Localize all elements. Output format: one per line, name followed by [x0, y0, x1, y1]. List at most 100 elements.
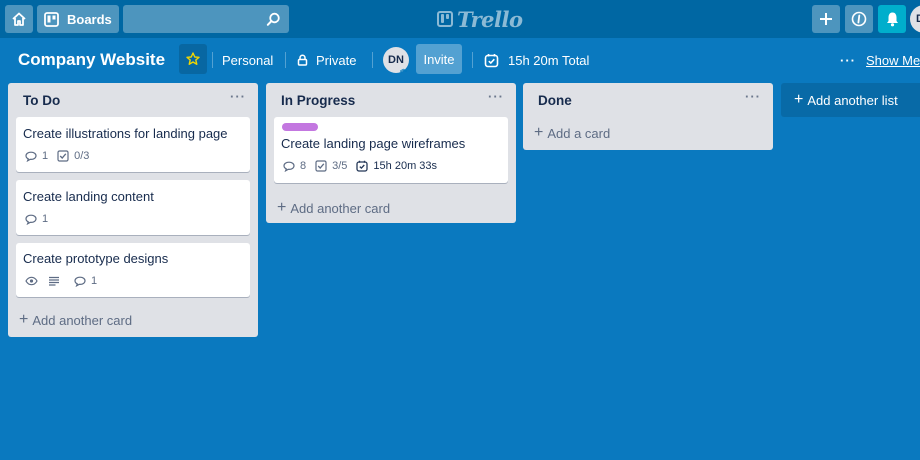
- list-header: To Do ···: [8, 83, 258, 117]
- member-avatar[interactable]: DN ︽: [383, 47, 409, 73]
- lock-icon: [297, 54, 308, 66]
- plus-icon: [820, 13, 832, 25]
- comment-icon: [25, 214, 37, 225]
- home-icon: [12, 12, 26, 26]
- star-icon: [186, 52, 200, 65]
- create-button[interactable]: [812, 5, 840, 33]
- comments-badge: 1: [74, 275, 97, 287]
- comment-icon: [25, 151, 37, 162]
- plus-icon: +: [794, 91, 804, 108]
- star-board-button[interactable]: [179, 44, 207, 74]
- comments-count: 1: [42, 213, 49, 225]
- visibility-label: Private: [316, 52, 357, 68]
- list-header: In Progress ···: [266, 83, 516, 117]
- list-header: Done ···: [523, 83, 773, 117]
- comment-icon: [74, 276, 86, 287]
- add-card-button[interactable]: + Add a card: [534, 125, 610, 141]
- search-icon: [266, 12, 280, 26]
- checklist-icon: [57, 150, 69, 162]
- list-in-progress: In Progress ··· Create landing page wire…: [266, 83, 516, 223]
- timer-badge: 15h 20m 33s: [356, 160, 437, 172]
- show-menu-button[interactable]: ··· Show Menu: [840, 44, 920, 76]
- plus-icon: +: [19, 311, 29, 328]
- search-input[interactable]: [123, 5, 289, 33]
- show-menu-label: Show Menu: [866, 52, 920, 68]
- card-title: Create landing page wireframes: [281, 136, 466, 151]
- header-divider: [472, 52, 473, 68]
- timer-value: 15h 20m 33s: [373, 160, 438, 172]
- checklist-badge: 3/5: [315, 160, 347, 172]
- user-avatar[interactable]: D: [910, 5, 920, 33]
- trello-logo-icon: [437, 11, 453, 27]
- comments-badge: 1: [25, 213, 48, 225]
- info-button[interactable]: [845, 5, 873, 33]
- boards-icon: [44, 11, 59, 27]
- time-total-label: 15h 20m Total: [508, 52, 590, 68]
- list-menu-icon[interactable]: ···: [230, 89, 246, 104]
- comments-count: 1: [91, 275, 98, 287]
- card-badges: 1: [25, 275, 106, 287]
- card-title: Create landing content: [23, 189, 154, 204]
- comment-icon: [283, 161, 295, 172]
- checklist-count: 0/3: [74, 150, 90, 162]
- trello-logo[interactable]: Trello: [437, 6, 523, 32]
- card-badges: 1 0/3: [25, 150, 98, 162]
- checklist-icon: [315, 160, 327, 172]
- list-to-do: To Do ··· Create illustrations for landi…: [8, 83, 258, 337]
- boards-button[interactable]: Boards: [37, 5, 119, 33]
- description-icon: [49, 276, 59, 286]
- card[interactable]: Create illustrations for landing page 1 …: [16, 117, 250, 172]
- trello-logo-text: Trello: [457, 6, 523, 32]
- header-divider: [212, 52, 213, 68]
- admin-chevron-icon: ︽: [400, 66, 407, 73]
- board-title[interactable]: Company Website: [18, 44, 165, 76]
- plus-icon: +: [534, 124, 544, 141]
- comments-count: 8: [300, 160, 307, 172]
- time-tracking-total[interactable]: 15h 20m Total: [484, 44, 589, 76]
- add-card-button[interactable]: + Add another card: [277, 200, 390, 216]
- comments-badge: 1: [25, 150, 48, 162]
- list-title[interactable]: In Progress: [281, 93, 355, 108]
- add-card-label: Add a card: [547, 125, 611, 141]
- list-title[interactable]: Done: [538, 93, 572, 108]
- list-menu-icon[interactable]: ···: [488, 89, 504, 104]
- info-icon: [851, 11, 867, 27]
- notifications-button[interactable]: [878, 5, 906, 33]
- home-button[interactable]: [5, 5, 33, 33]
- checklist-badge: 0/3: [57, 150, 89, 162]
- user-avatar-initial: D: [916, 13, 920, 25]
- add-list-label: Add another list: [807, 92, 898, 108]
- bell-icon: [886, 12, 898, 27]
- card-label-purple[interactable]: [282, 123, 318, 131]
- visibility-button[interactable]: Private: [297, 44, 356, 76]
- comments-badge: 8: [283, 160, 306, 172]
- checklist-count: 3/5: [332, 160, 348, 172]
- add-card-button[interactable]: + Add another card: [19, 312, 132, 328]
- list-menu-icon[interactable]: ···: [745, 89, 761, 104]
- ellipsis-icon: ···: [840, 52, 856, 68]
- top-nav: Boards Trello D: [0, 0, 920, 38]
- card[interactable]: Create landing content 1: [16, 180, 250, 235]
- watching-badge: [25, 276, 38, 286]
- card-title: Create prototype designs: [23, 251, 169, 266]
- eye-icon: [25, 276, 38, 286]
- calendar-clock-icon: [484, 53, 499, 67]
- card[interactable]: Create landing page wireframes 8 3/5 15h…: [274, 117, 508, 183]
- list-done: Done ··· + Add a card: [523, 83, 773, 150]
- invite-button[interactable]: Invite: [416, 44, 462, 74]
- card-badges: 8 3/5 15h 20m 33s: [283, 160, 446, 172]
- team-button[interactable]: Personal: [222, 44, 273, 76]
- header-divider: [372, 52, 373, 68]
- boards-label: Boards: [67, 11, 112, 27]
- add-card-label: Add another card: [290, 200, 391, 216]
- add-card-label: Add another card: [32, 312, 133, 328]
- comments-count: 1: [42, 150, 49, 162]
- card-badges: 1: [25, 213, 57, 225]
- plus-icon: +: [277, 199, 287, 216]
- calendar-clock-icon: [356, 160, 369, 172]
- description-badge: [48, 276, 60, 286]
- add-list-button[interactable]: + Add another list: [781, 83, 920, 117]
- card-title: Create illustrations for landing page: [23, 126, 228, 141]
- list-title[interactable]: To Do: [23, 93, 60, 108]
- card[interactable]: Create prototype designs 1: [16, 243, 250, 297]
